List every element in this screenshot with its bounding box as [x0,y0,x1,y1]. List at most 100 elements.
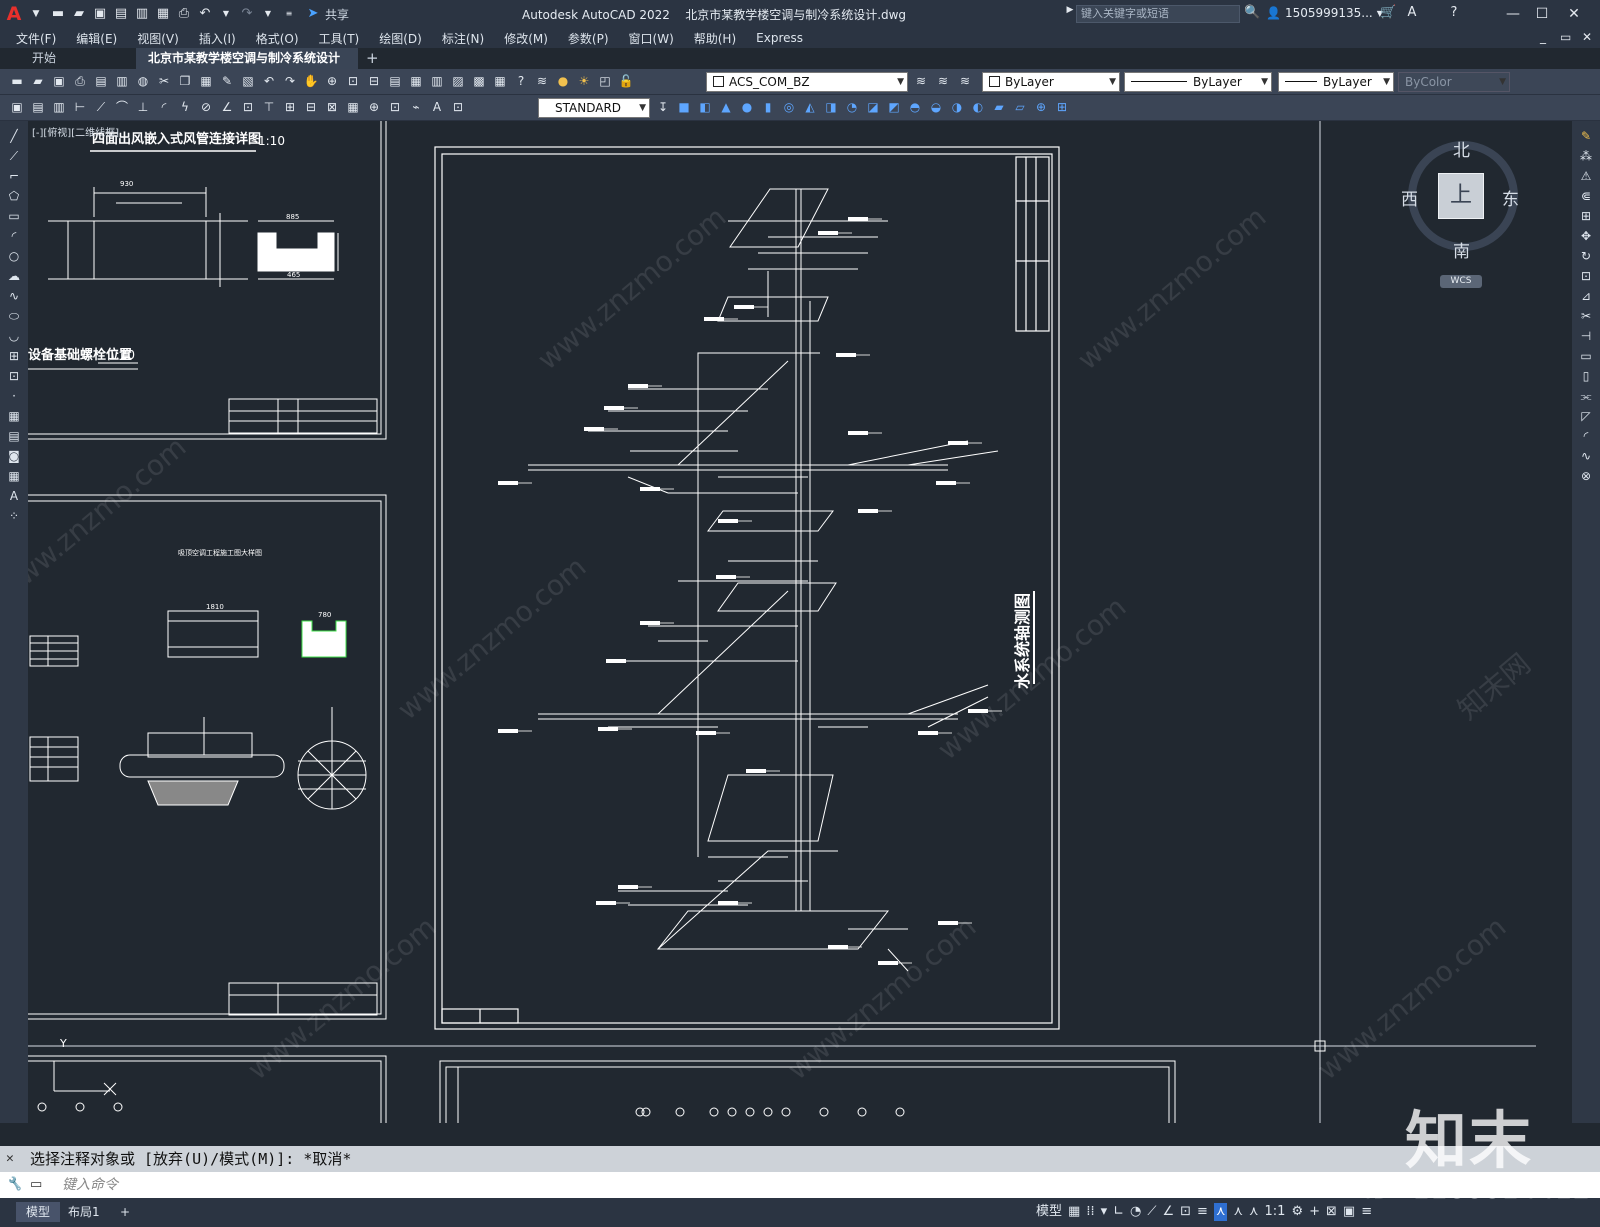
ortho-icon[interactable]: ∟ [1113,1203,1124,1221]
markup-icon[interactable]: ▩ [470,72,488,90]
infer-icon[interactable]: ▾ [1101,1203,1108,1221]
quick-dim-icon[interactable]: ⊡ [239,98,257,116]
app-logo-icon[interactable]: A [0,0,28,28]
rectangle-icon[interactable]: ▭ [5,207,23,225]
torus-icon[interactable]: ◎ [780,98,798,116]
move-icon[interactable]: ✥ [1577,227,1595,245]
print-icon[interactable]: ⎙ [71,72,89,90]
dim-angular-icon[interactable]: ∠ [218,98,236,116]
save-icon[interactable]: ▣ [92,6,108,22]
revision-cloud-icon[interactable]: ☁ [5,267,23,285]
recent-commands-icon[interactable]: ▭ [30,1172,42,1198]
linetype-select[interactable]: ByLayer ▼ [1124,72,1272,92]
properties-icon[interactable]: ▤ [386,72,404,90]
sphere-icon[interactable]: ● [738,98,756,116]
open-folder-icon[interactable]: ▰ [71,6,87,22]
preview-icon[interactable]: ▤ [92,72,110,90]
dim-ordinate-icon[interactable]: ⊥ [134,98,152,116]
insert-block-icon[interactable]: ⊞ [5,347,23,365]
layer-select[interactable]: ACS_COM_BZ ▼ [706,72,908,92]
autodesk-app-icon[interactable]: A [1404,5,1420,21]
extend-icon[interactable]: ⊣ [1577,327,1595,345]
pyramid-icon[interactable]: ◭ [801,98,819,116]
layer-previous-icon[interactable]: ≋ [934,72,952,90]
color-select[interactable]: ByLayer ▼ [982,72,1120,92]
customize-status-icon[interactable]: ≡ [1361,1203,1372,1221]
join-icon[interactable]: ⫘ [1577,387,1595,405]
explode-icon[interactable]: ⊗ [1577,467,1595,485]
offset-icon[interactable]: ⋐ [1577,187,1595,205]
doc-restore-button[interactable]: ▭ [1560,30,1571,44]
mirror-icon[interactable]: ⚠ [1577,167,1595,185]
arc-icon[interactable]: ◜ [5,227,23,245]
annotation-scale-icon[interactable]: ⋏ [1249,1203,1259,1221]
lineweight-select[interactable]: ByLayer ▼ [1278,72,1394,92]
layer-lock-icon[interactable]: 🔓 [617,72,635,90]
plot-icon[interactable]: ⎙ [176,6,192,22]
dim-baseline-icon[interactable]: ⊤ [260,98,278,116]
sweep-icon[interactable]: ◪ [864,98,882,116]
model-space-label[interactable]: 模型 [1036,1203,1062,1221]
paste-icon[interactable]: ▦ [197,72,215,90]
stretch-icon[interactable]: ⊿ [1577,287,1595,305]
dim-aligned-icon[interactable]: ⟋ [92,98,110,116]
snap-icon[interactable]: ⁞⁞ [1086,1203,1094,1221]
viewcube-north[interactable]: 北 [1453,136,1470,161]
customize-qat-icon[interactable]: ≡ [281,6,297,22]
osnap-tracking-icon[interactable]: ∠ [1162,1203,1174,1221]
save-as-icon[interactable]: ▤ [113,6,129,22]
3d-move-icon[interactable]: ⊕ [1032,98,1050,116]
annotation-monitor-icon[interactable]: + [1309,1203,1320,1221]
dim-linear-icon[interactable]: ⊢ [71,98,89,116]
extrude-icon[interactable]: ◨ [822,98,840,116]
ellipse-arc-icon[interactable]: ◡ [5,327,23,345]
layer-on-icon[interactable]: ● [554,72,572,90]
layer-state-icon[interactable]: ≋ [956,72,974,90]
viewcube-west[interactable]: 西 [1401,185,1418,210]
redo-dropdown-icon[interactable]: ▼ [260,6,276,22]
array-icon[interactable]: ⊞ [1577,207,1595,225]
menu-express[interactable]: Express [756,31,803,45]
cylinder-icon[interactable]: ▮ [759,98,777,116]
new-file-icon[interactable]: ▬ [50,6,66,22]
designcenter-icon[interactable]: ▦ [407,72,425,90]
redo-icon[interactable]: ↷ [239,6,255,22]
viewcube-east[interactable]: 东 [1502,185,1519,210]
viewcube-south[interactable]: 南 [1453,237,1470,262]
inspection-icon[interactable]: ⊡ [386,98,404,116]
make-current-layer-icon[interactable]: ≋ [912,72,930,90]
zoom-previous-icon[interactable]: ⊟ [365,72,383,90]
loft-icon[interactable]: ◩ [885,98,903,116]
blockeditor-icon[interactable]: ▧ [239,72,257,90]
wedge-icon[interactable]: ◧ [696,98,714,116]
close-button[interactable]: ✕ [1563,3,1585,25]
workspace-gear-icon[interactable]: ⚙ [1291,1203,1303,1221]
erase-icon[interactable]: ✎ [1577,127,1595,145]
break-icon[interactable]: ▯ [1577,367,1595,385]
center-mark-icon[interactable]: ⊕ [365,98,383,116]
region-icon[interactable]: ◙ [5,447,23,465]
fillet-icon[interactable]: ◜ [1577,427,1595,445]
section-icon[interactable]: ▰ [990,98,1008,116]
dim-space-icon[interactable]: ⊟ [302,98,320,116]
save-tool-icon[interactable]: ▣ [50,72,68,90]
table-icon[interactable]: ▦ [5,467,23,485]
make-block-icon[interactable]: ⊡ [5,367,23,385]
circle-icon[interactable]: ○ [5,247,23,265]
viewcube-top-face[interactable]: 上 [1438,173,1484,219]
point-icon[interactable]: · [5,387,23,405]
flatshot-icon[interactable]: ▱ [1011,98,1029,116]
share-button[interactable]: ➤ 共享 [305,6,349,23]
menu-help[interactable]: 帮助(H) [694,30,736,47]
menu-file[interactable]: 文件(F) [16,30,56,47]
chamfer-icon[interactable]: ◸ [1577,407,1595,425]
tool-icon-1[interactable]: ▣ [8,98,26,116]
qnew-icon[interactable]: ▬ [8,72,26,90]
revolve-icon[interactable]: ◔ [843,98,861,116]
doc-minimize-button[interactable]: _ [1540,30,1546,44]
upload-icon[interactable]: ▦ [155,6,171,22]
minimize-button[interactable]: — [1502,3,1524,25]
intersect-icon[interactable]: ◑ [948,98,966,116]
undo-tool-icon[interactable]: ↶ [260,72,278,90]
help-tool-icon[interactable]: ? [512,72,530,90]
